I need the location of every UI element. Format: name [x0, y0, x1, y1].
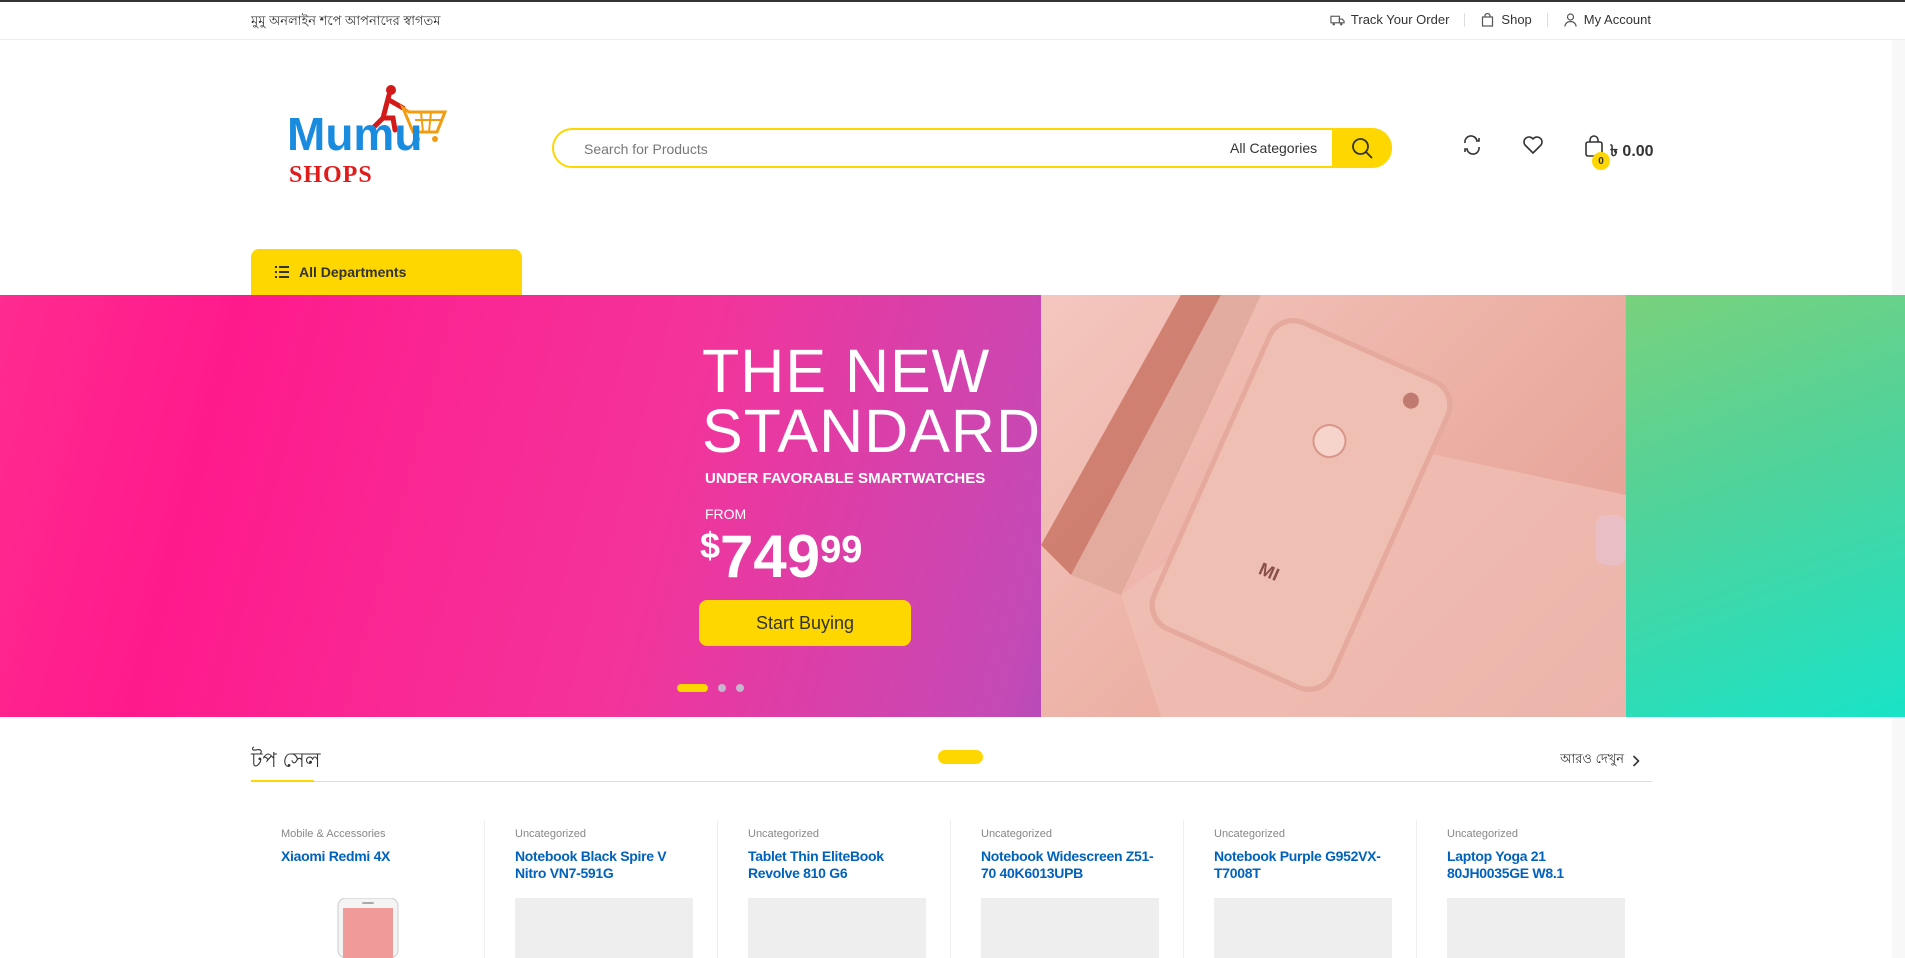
svg-text:SHOPS: SHOPS: [289, 162, 373, 188]
next-slide-preview: [1626, 295, 1905, 717]
product-card[interactable]: Uncategorized Tablet Thin EliteBook Revo…: [717, 820, 950, 958]
see-more-label: আরও দেখুন: [1560, 751, 1624, 766]
product-list: Mobile & Accessories Xiaomi Redmi 4X Unc…: [251, 820, 1652, 958]
see-more-link[interactable]: আরও দেখুন: [1560, 750, 1640, 771]
search-bar: All Categories: [552, 128, 1392, 168]
heart-icon: [1523, 136, 1543, 154]
top-links: Track Your Order Shop My Account: [1330, 12, 1651, 27]
product-image-placeholder[interactable]: [1447, 898, 1625, 958]
product-name[interactable]: Tablet Thin EliteBook Revolve 810 G6: [748, 848, 928, 882]
compare-icon: [1464, 135, 1480, 155]
search-icon: [1352, 138, 1373, 159]
product-image-placeholder[interactable]: [1214, 898, 1392, 958]
divider: [1464, 12, 1466, 27]
wishlist-button[interactable]: [1522, 135, 1544, 160]
start-buying-button[interactable]: Start Buying: [699, 600, 911, 646]
slider-dot-2[interactable]: [718, 684, 726, 692]
price-integer: 749: [720, 523, 821, 590]
product-card[interactable]: Uncategorized Notebook Purple G952VX-T70…: [1183, 820, 1416, 958]
hero-title: THE NEW STANDARD: [702, 337, 1042, 465]
divider: [1546, 12, 1548, 27]
shop-link[interactable]: Shop: [1480, 12, 1532, 27]
product-image[interactable]: [326, 898, 416, 958]
user-icon: [1564, 12, 1577, 27]
section-title: টপ সেল: [251, 749, 321, 772]
hero-price: $ 749 99: [700, 517, 862, 597]
welcome-text: মুমু অনলাইন শপে আপনাদের স্বাগতম: [251, 13, 441, 28]
product-name[interactable]: Notebook Purple G952VX-T7008T: [1214, 848, 1394, 882]
compare-button[interactable]: [1462, 135, 1482, 160]
hero-phone-image: MI: [1041, 295, 1626, 717]
top-sellers-header: টপ সেল আরও দেখুন: [251, 741, 1652, 782]
product-card[interactable]: Uncategorized Notebook Widescreen Z51-70…: [950, 820, 1183, 958]
product-name[interactable]: Xiaomi Redmi 4X: [281, 848, 461, 865]
all-departments-button[interactable]: All Departments: [251, 249, 522, 295]
product-category: Uncategorized: [1214, 828, 1285, 840]
my-account-label: My Account: [1583, 12, 1651, 27]
search-input[interactable]: [582, 130, 1236, 168]
product-image-placeholder[interactable]: [981, 898, 1159, 958]
svg-text:Mumu: Mumu: [287, 108, 422, 160]
my-account-link[interactable]: My Account: [1563, 12, 1651, 27]
product-name[interactable]: Laptop Yoga 21 80JH0035GE W8.1: [1447, 848, 1627, 882]
all-departments-label: All Departments: [299, 264, 407, 280]
price-decimal: 99: [820, 529, 863, 571]
product-category: Uncategorized: [748, 828, 819, 840]
chevron-right-icon: [1632, 754, 1640, 767]
product-category: Uncategorized: [981, 828, 1052, 840]
phone-illustration: MI: [1041, 295, 1626, 717]
search-button[interactable]: [1332, 128, 1392, 168]
truck-icon: [1330, 15, 1345, 25]
category-select-value: All Categories: [1230, 140, 1318, 156]
hero-slider: MI THE NEW STANDARD UNDER FAVORABLE SMAR…: [0, 295, 1905, 717]
cart-count-badge: 0: [1592, 152, 1610, 170]
slider-dots: [677, 684, 744, 692]
product-category: Mobile & Accessories: [281, 828, 386, 840]
list-icon: [275, 266, 289, 278]
product-category: Uncategorized: [1447, 828, 1518, 840]
track-order-link[interactable]: Track Your Order: [1330, 12, 1450, 27]
slider-dot-1[interactable]: [677, 684, 708, 692]
product-category: Uncategorized: [515, 828, 586, 840]
product-name[interactable]: Notebook Widescreen Z51-70 40K6013UPB: [981, 848, 1161, 882]
product-card[interactable]: Uncategorized Notebook Black Spire V Nit…: [484, 820, 717, 958]
bag-icon: [1482, 12, 1494, 27]
top-bar: মুমু অনলাইন শপে আপনাদের স্বাগতম Track Yo…: [0, 2, 1905, 40]
product-card[interactable]: Uncategorized Laptop Yoga 21 80JH0035GE …: [1416, 820, 1649, 958]
price-currency: $: [700, 525, 721, 566]
logo-graphic: Mumu SHOPS: [287, 85, 448, 188]
product-image-placeholder[interactable]: [748, 898, 926, 958]
product-name[interactable]: Notebook Black Spire V Nitro VN7-591G: [515, 848, 695, 882]
hero-subtitle: UNDER FAVORABLE SMARTWATCHES: [705, 470, 986, 487]
slider-dot-3[interactable]: [736, 684, 744, 692]
section-title-underline: [251, 780, 314, 782]
product-image-placeholder[interactable]: [515, 898, 693, 958]
site-logo[interactable]: Mumu SHOPS: [285, 82, 455, 190]
shop-label: Shop: [1501, 12, 1532, 27]
track-order-label: Track Your Order: [1350, 12, 1450, 27]
carousel-indicator[interactable]: [938, 750, 983, 764]
product-card[interactable]: Mobile & Accessories Xiaomi Redmi 4X: [251, 820, 484, 958]
cart-total[interactable]: ৳ 0.00: [1610, 138, 1654, 165]
